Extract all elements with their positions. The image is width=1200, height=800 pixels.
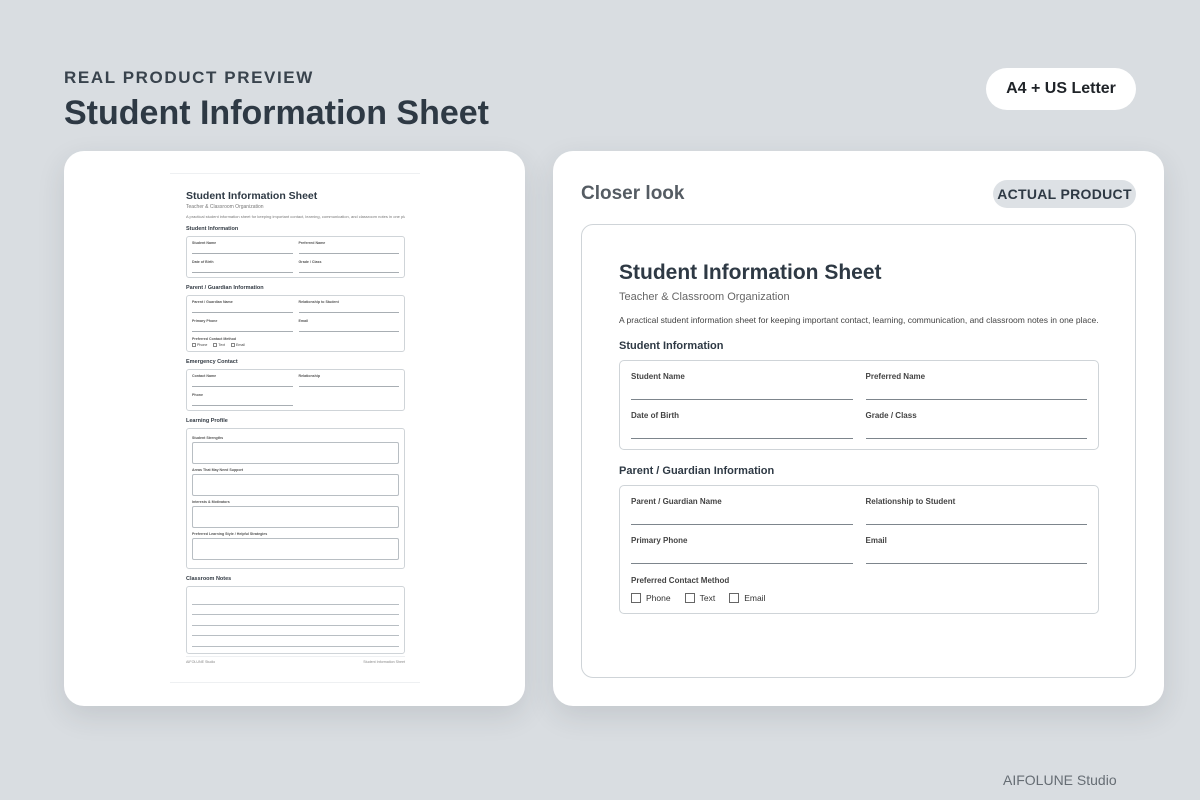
zoom-doc-subtitle: Teacher & Classroom Organization — [619, 291, 790, 303]
zoom-student-info-box: Student Name Preferred Name Date of Birt… — [619, 360, 1099, 450]
section-heading-emergency: Emergency Contact — [186, 359, 238, 366]
label-learning-style: Preferred Learning Style / Helpful Strat… — [192, 532, 268, 537]
field-relationship: Relationship to Student — [298, 300, 399, 313]
zoom-checkbox-text[interactable]: Text — [684, 593, 715, 603]
doc-title: Student Information Sheet — [186, 190, 318, 202]
checkbox-phone: Phone — [192, 343, 207, 348]
zoom-checkbox-email[interactable]: Email — [729, 593, 765, 603]
brand-signature: AIFOLUNE Studio — [1003, 772, 1117, 788]
field-emergency-phone: Phone — [192, 393, 293, 407]
zoom-field-guardian-name: Parent / Guardian Name — [631, 497, 853, 525]
checkbox-text: Text — [213, 343, 225, 348]
mini-document-page: Student Information Sheet Teacher & Clas… — [170, 173, 420, 683]
field-contact-name: Contact Name — [192, 374, 293, 388]
emergency-info-box: Contact Name Relationship Phone — [186, 369, 405, 412]
checkbox-icon — [684, 593, 695, 603]
zoom-guardian-info-box: Parent / Guardian Name Relationship to S… — [619, 485, 1099, 614]
checkbox-icon — [729, 593, 740, 603]
section-heading-student: Student Information — [186, 226, 239, 232]
eyebrow-label: REAL PRODUCT PREVIEW — [64, 68, 314, 87]
footer-right: Student Information Sheet — [363, 660, 405, 664]
footer-left: AIFOLUNE Studio — [186, 660, 216, 664]
format-badge: A4 + US Letter — [986, 68, 1136, 110]
checkbox-icon — [631, 593, 641, 603]
zoom-field-email: Email — [865, 536, 1087, 564]
guardian-info-box: Parent / Guardian Name Relationship to S… — [186, 295, 405, 353]
field-primary-phone: Primary Phone — [192, 319, 293, 332]
field-student-name: Student Name — [192, 241, 293, 254]
doc-footer: AIFOLUNE Studio Student Information Shee… — [186, 656, 405, 664]
zoom-doc-title: Student Information Sheet — [619, 261, 882, 284]
full-page-preview-card: Student Information Sheet Teacher & Clas… — [64, 151, 525, 706]
closer-look-title: Closer look — [581, 183, 685, 204]
closer-look-card: Closer look ACTUAL PRODUCT Student Infor… — [553, 151, 1164, 706]
zoom-section-heading-guardian: Parent / Guardian Information — [619, 465, 775, 477]
checkbox-email: Email — [231, 343, 245, 348]
zoom-checkbox-phone[interactable]: Phone — [631, 593, 671, 603]
zoom-contact-method-label: Preferred Contact Method — [631, 576, 730, 585]
zoom-field-student-name: Student Name — [631, 372, 853, 400]
student-info-box: Student Name Preferred Name Date of Birt… — [186, 236, 405, 278]
label-interests: Interests & Motivators — [192, 500, 230, 505]
textarea-support — [192, 474, 399, 497]
zoom-field-preferred-name: Preferred Name — [865, 372, 1087, 400]
zoomed-document-frame: Student Information Sheet Teacher & Clas… — [581, 224, 1136, 678]
classroom-notes-box — [186, 586, 405, 655]
zoom-field-relationship: Relationship to Student — [865, 497, 1087, 525]
field-emergency-relationship: Relationship — [298, 374, 399, 388]
zoom-field-primary-phone: Primary Phone — [631, 536, 853, 564]
zoom-doc-description: A practical student information sheet fo… — [619, 315, 1099, 325]
field-grade-class: Grade / Class — [298, 260, 399, 273]
textarea-interests — [192, 506, 399, 529]
hero-title: Student Information Sheet — [64, 94, 489, 132]
field-guardian-name: Parent / Guardian Name — [192, 300, 293, 313]
label-support: Areas That May Need Support — [192, 468, 244, 473]
learning-profile-box: Student Strengths Areas That May Need Su… — [186, 428, 405, 570]
textarea-strengths — [192, 442, 399, 465]
section-heading-learning: Learning Profile — [186, 418, 228, 425]
contact-method-label: Preferred Contact Method — [192, 337, 237, 341]
doc-description: A practical student information sheet fo… — [186, 214, 405, 219]
actual-product-badge: ACTUAL PRODUCT — [993, 180, 1136, 208]
doc-subtitle: Teacher & Classroom Organization — [186, 204, 264, 210]
label-strengths: Student Strengths — [192, 436, 224, 441]
zoomed-document-page: Student Information Sheet Teacher & Clas… — [619, 261, 1099, 616]
section-heading-notes: Classroom Notes — [186, 576, 232, 583]
zoom-field-date-of-birth: Date of Birth — [631, 411, 853, 439]
field-preferred-name: Preferred Name — [298, 241, 399, 254]
zoom-field-grade-class: Grade / Class — [865, 411, 1087, 439]
textarea-learning-style — [192, 538, 399, 561]
field-email: Email — [298, 319, 399, 332]
zoom-section-heading-student: Student Information — [619, 340, 724, 352]
field-date-of-birth: Date of Birth — [192, 260, 293, 273]
section-heading-guardian: Parent / Guardian Information — [186, 285, 264, 291]
